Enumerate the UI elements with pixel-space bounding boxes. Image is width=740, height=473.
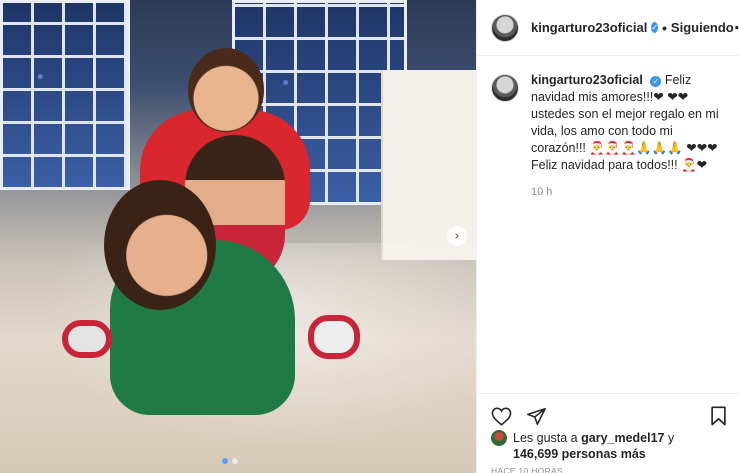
- posted-ago[interactable]: HACE 10 HORAS: [477, 462, 740, 473]
- avatar[interactable]: [491, 13, 519, 42]
- liker-avatar[interactable]: [491, 430, 507, 446]
- more-icon[interactable]: ···: [734, 18, 740, 37]
- window-left: [0, 0, 130, 190]
- verified-icon: ✓: [651, 22, 659, 33]
- likes-text: Les gusta a gary_medel17 y 146,699 perso…: [513, 430, 674, 462]
- liker-username[interactable]: gary_medel17: [581, 431, 664, 445]
- carousel-dots: [222, 458, 238, 464]
- caption-body: kingarturo23oficial ✓ Feliz navidad mis …: [531, 72, 726, 201]
- share-icon[interactable]: [526, 407, 547, 426]
- likes-line: Les gusta a gary_medel17 y 146,699 perso…: [477, 430, 740, 462]
- slipper-left: [62, 320, 112, 358]
- caption: kingarturo23oficial ✓ Feliz navidad mis …: [477, 56, 740, 201]
- post-header: kingarturo23oficial ✓ • Siguiendo ···: [477, 0, 740, 56]
- instagram-post: › kingarturo23oficial ✓ • Siguiendo ··· …: [0, 0, 740, 473]
- likes-conjunction: y: [668, 431, 675, 445]
- caption-username[interactable]: kingarturo23oficial: [531, 73, 643, 87]
- bookmark-icon[interactable]: [710, 406, 727, 426]
- carousel-next-button[interactable]: ›: [447, 226, 467, 246]
- post-sidebar: kingarturo23oficial ✓ • Siguiendo ··· ki…: [476, 0, 740, 473]
- following-button[interactable]: Siguiendo: [671, 20, 734, 35]
- post-photo[interactable]: ›: [0, 0, 476, 473]
- caption-avatar[interactable]: [491, 74, 519, 102]
- post-actions: Les gusta a gary_medel17 y 146,699 perso…: [477, 393, 740, 473]
- action-icons: [477, 394, 740, 430]
- likes-prefix: Les gusta a: [513, 431, 578, 445]
- child-back-head: [188, 48, 264, 132]
- caption-time[interactable]: 10 h: [531, 184, 726, 201]
- header-separator: •: [662, 19, 667, 36]
- heart-icon[interactable]: [491, 407, 512, 426]
- caption-text: Feliz navidad mis amores!!!❤ ❤❤ ustedes …: [531, 73, 719, 172]
- header-username[interactable]: kingarturo23oficial: [531, 20, 647, 35]
- carousel-dot: [232, 458, 238, 464]
- verified-icon: ✓: [650, 76, 662, 87]
- slipper-right: [308, 315, 360, 359]
- carousel-dot-active: [222, 458, 228, 464]
- child-front-head: [104, 180, 216, 310]
- likes-count[interactable]: 146,699 personas más: [513, 447, 646, 461]
